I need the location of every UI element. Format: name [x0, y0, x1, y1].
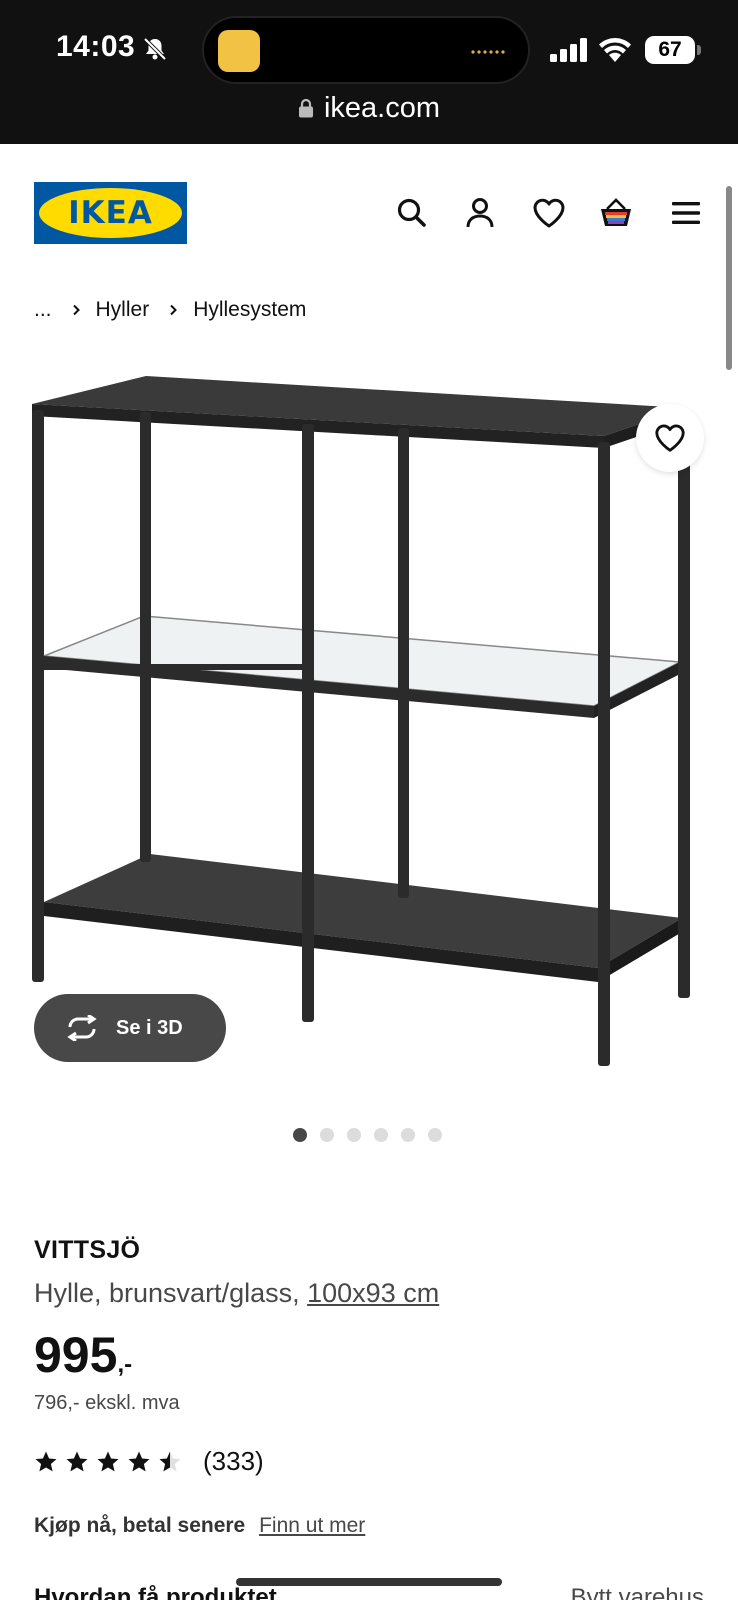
favourites-icon[interactable] [531, 195, 567, 231]
silent-bell-icon [143, 37, 167, 61]
account-icon[interactable] [462, 195, 498, 231]
app-activity-icon [218, 30, 260, 72]
product-price: 995,- [34, 1326, 132, 1384]
scrollbar[interactable] [726, 186, 732, 370]
search-icon[interactable] [394, 195, 430, 231]
basket-icon[interactable] [598, 195, 634, 231]
product-description: Hylle, brunsvart/glass, 100x93 cm [34, 1278, 439, 1309]
price-value: 995 [34, 1327, 118, 1383]
breadcrumb-ellipsis[interactable]: ... [34, 298, 52, 322]
pagination-dot[interactable] [374, 1128, 388, 1142]
status-time: 14:03 [56, 30, 136, 63]
battery-indicator: 67 [645, 36, 701, 64]
status-bar: 14:03 67 ikea.com [0, 0, 738, 144]
image-pagination [293, 1128, 442, 1142]
add-to-favourites-button[interactable] [636, 404, 704, 472]
pagination-dot[interactable] [401, 1128, 415, 1142]
price-suffix: ,- [117, 1351, 133, 1378]
star-full-icon [35, 1451, 57, 1471]
price-excl-vat: 796,- ekskl. mva [34, 1392, 180, 1414]
registered-mark: ® [175, 196, 181, 205]
cellular-signal-icon [550, 38, 587, 62]
rating-count: (333) [203, 1446, 264, 1476]
delivery-section-header: Hvordan få produktet Bytt varehus [34, 1584, 704, 1600]
pagination-dot[interactable] [428, 1128, 442, 1142]
url-text: ikea.com [323, 92, 441, 124]
chevron-right-icon [72, 304, 80, 316]
view-in-3d-label: Se i 3D [116, 1016, 183, 1039]
menu-icon[interactable] [668, 195, 704, 231]
chevron-right-icon [170, 304, 178, 316]
financing-row: Kjøp nå, betal senere Finn ut mer [34, 1514, 365, 1538]
product-rating[interactable]: (333) [34, 1446, 264, 1477]
star-full-icon [97, 1451, 119, 1471]
address-bar[interactable]: ikea.com [0, 92, 738, 125]
activity-dots-icon [470, 50, 506, 54]
star-full-icon [66, 1451, 88, 1471]
lock-icon [298, 93, 314, 118]
delivery-heading: Hvordan få produktet [34, 1584, 277, 1600]
view-in-3d-button[interactable]: Se i 3D [34, 994, 226, 1062]
breadcrumb: ... Hyller Hyllesystem [34, 298, 306, 322]
breadcrumb-item-hyller[interactable]: Hyller [96, 298, 150, 322]
dynamic-island [202, 16, 530, 84]
star-half-icon [159, 1451, 181, 1471]
home-indicator[interactable] [236, 1578, 502, 1586]
pagination-dot[interactable] [347, 1128, 361, 1142]
change-store-link[interactable]: Bytt varehus [571, 1584, 704, 1600]
product-size-link[interactable]: 100x93 cm [307, 1278, 439, 1308]
pagination-dot[interactable] [320, 1128, 334, 1142]
financing-link[interactable]: Finn ut mer [259, 1514, 365, 1537]
heart-icon [655, 424, 685, 452]
star-full-icon [128, 1451, 150, 1471]
financing-label: Kjøp nå, betal senere [34, 1514, 246, 1537]
ikea-logo[interactable]: IKEA ® [34, 182, 187, 244]
product-type-color: Hylle, brunsvart/glass, [34, 1278, 300, 1308]
logo-text: IKEA [68, 195, 153, 231]
rotate-3d-icon [67, 1015, 97, 1041]
product-image[interactable] [28, 372, 712, 1094]
pagination-dot[interactable] [293, 1128, 307, 1142]
product-name: VITTSJÖ [34, 1236, 141, 1264]
wifi-icon [599, 38, 631, 62]
breadcrumb-item-hyllesystem[interactable]: Hyllesystem [193, 298, 306, 322]
